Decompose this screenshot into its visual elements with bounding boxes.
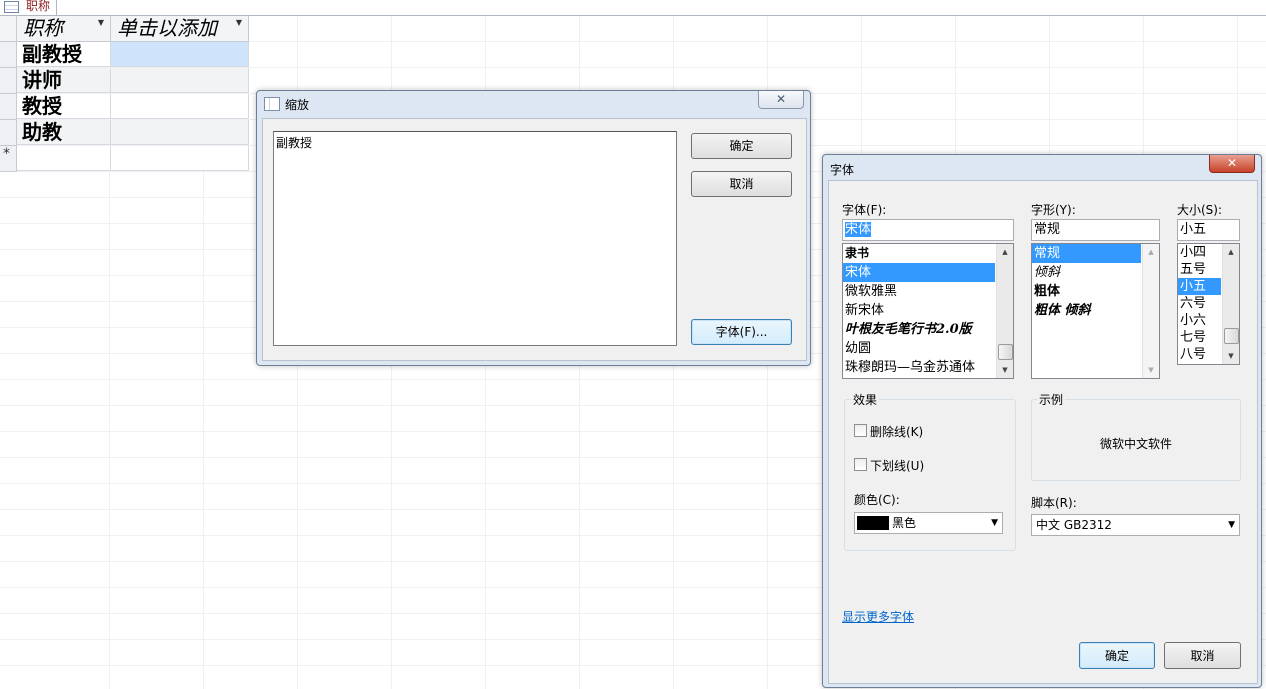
row-selector[interactable] [0,68,17,94]
table-cell-new[interactable] [111,146,249,171]
font-style-list[interactable]: 常规 倾斜 粗体 粗体 倾斜 ▲ ▼ [1031,243,1160,379]
row-selector[interactable] [0,120,17,146]
list-item[interactable]: 粗体 [1032,282,1159,301]
cell-text: 讲师 [22,68,62,92]
scroll-down-icon[interactable]: ▼ [997,362,1013,378]
font-ok-button[interactable]: 确定 [1079,642,1155,669]
color-swatch [857,516,889,530]
table-cell-add[interactable] [111,42,249,67]
cell-text: 教授 [22,94,62,118]
chevron-down-icon: ▼ [991,518,998,528]
list-item-selected[interactable]: 宋体 [843,263,995,282]
table-cell[interactable]: 教授 [17,94,111,119]
cell-text: 助教 [22,120,62,144]
zoom-text-area[interactable]: 副教授 [273,131,677,346]
column-header-label: 单击以添加 [117,16,217,40]
font-list-scrollbar[interactable]: ▲ ▼ [996,244,1013,378]
font-dialog: 字体 ✕ 字体(F): 宋体 隶书 宋体 微软雅黑 新宋体 叶根友毛笔行书2.0… [822,154,1262,688]
effects-label: 效果 [851,391,880,408]
column-header-zhicheng[interactable]: 职称 ▼ [17,16,111,42]
table-cell[interactable]: 助教 [17,120,111,145]
color-combobox[interactable]: 黑色 ▼ [854,512,1003,534]
zoom-dialog-body: 副教授 确定 取消 字体(F)... [262,118,807,361]
zoom-ok-button[interactable]: 确定 [691,133,792,159]
zoom-dialog-title: 缩放 [285,98,310,112]
scroll-down-icon[interactable]: ▼ [1223,348,1239,364]
zoom-cancel-button[interactable]: 取消 [691,171,792,197]
table-cell[interactable]: 讲师 [17,68,111,93]
table-cell-new[interactable] [17,146,111,171]
close-icon: ✕ [1226,156,1238,170]
sample-box: 微软中文软件 [1031,399,1241,481]
list-item[interactable]: 珠穆朗玛—乌金苏通体 [843,358,1013,377]
list-item[interactable]: 微软雅黑 [843,282,1013,301]
list-item-selected[interactable]: 常规 [1032,244,1141,263]
access-form-icon [264,97,280,111]
list-item[interactable]: 倾斜 [1032,263,1159,282]
column-header-add-field[interactable]: 单击以添加 ▼ [111,16,249,42]
cell-text: 副教授 [22,42,82,66]
sort-dropdown-icon[interactable]: ▼ [236,18,242,27]
zoom-dialog: 缩放 ✕ 副教授 确定 取消 字体(F)... [256,90,811,366]
script-combobox[interactable]: 中文 GB2312 ▼ [1031,514,1240,536]
sample-text: 微软中文软件 [1099,437,1172,451]
scroll-thumb[interactable] [998,344,1013,360]
underline-checkbox[interactable] [854,458,867,471]
show-more-fonts-link[interactable]: 显示更多字体 [842,608,914,625]
chevron-down-icon: ▼ [1228,520,1235,530]
font-size-input[interactable]: 小五 [1177,219,1240,241]
new-record-marker: * [3,146,10,162]
style-list-scrollbar[interactable]: ▲ ▼ [1142,244,1159,378]
list-item-selected[interactable]: 小五 [1178,278,1221,295]
font-family-list[interactable]: 隶书 宋体 微软雅黑 新宋体 叶根友毛笔行书2.0版 幼圆 珠穆朗玛—乌金苏通体… [842,243,1014,379]
font-dialog-title: 字体 [830,163,855,177]
list-item[interactable]: 粗体 倾斜 [1032,301,1159,320]
font-family-label: 字体(F): [842,203,887,217]
color-value: 黑色 [892,516,917,530]
font-size-list[interactable]: 小四 五号 小五 六号 小六 七号 八号 ▲ ▼ [1177,243,1240,365]
size-list-scrollbar[interactable]: ▲ ▼ [1222,244,1239,364]
document-tab-zhicheng[interactable]: 职称 [0,0,57,15]
scroll-down-icon[interactable]: ▼ [1143,362,1159,378]
list-item[interactable]: 隶书 [843,244,1013,263]
font-style-input[interactable]: 常规 [1031,219,1160,241]
row-selector[interactable] [0,94,17,120]
list-item[interactable]: 叶根友毛笔行书2.0版 [843,320,1013,339]
scroll-up-icon[interactable]: ▲ [1143,244,1159,260]
column-header-label: 职称 [23,16,63,40]
sort-dropdown-icon[interactable]: ▼ [98,18,104,27]
list-item[interactable]: 新宋体 [843,301,1013,320]
script-label: 脚本(R): [1031,496,1077,510]
underline-label: 下划线(U) [870,459,925,473]
row-selector[interactable] [0,42,17,68]
scroll-thumb[interactable] [1224,328,1239,344]
table-cell-add[interactable] [111,120,249,145]
table-icon [4,1,19,13]
scroll-up-icon[interactable]: ▲ [997,244,1013,260]
zoom-font-button[interactable]: 字体(F)... [691,319,792,345]
font-close-button[interactable]: ✕ [1209,155,1255,173]
document-tab-strip: 职称 [0,0,1266,16]
list-item[interactable]: 幼圆 [843,339,1013,358]
scroll-up-icon[interactable]: ▲ [1223,244,1239,260]
table-cell-add[interactable] [111,68,249,93]
document-tab-label: 职称 [26,0,51,13]
font-cancel-button[interactable]: 取消 [1164,642,1241,669]
script-value: 中文 GB2312 [1036,518,1112,532]
select-all-corner[interactable] [0,16,17,42]
table-cell-add[interactable] [111,94,249,119]
strikeout-label: 删除线(K) [870,425,924,439]
table-cell[interactable]: 副教授 [17,42,111,67]
font-family-input[interactable]: 宋体 [842,219,1014,241]
color-label: 颜色(C): [854,493,900,507]
strikeout-checkbox[interactable] [854,424,867,437]
font-dialog-body: 字体(F): 宋体 隶书 宋体 微软雅黑 新宋体 叶根友毛笔行书2.0版 幼圆 … [828,180,1258,684]
font-size-label: 大小(S): [1177,203,1223,217]
sample-label: 示例 [1037,391,1066,408]
close-icon: ✕ [775,92,787,106]
font-style-label: 字形(Y): [1031,203,1076,217]
zoom-close-button[interactable]: ✕ [758,91,804,109]
